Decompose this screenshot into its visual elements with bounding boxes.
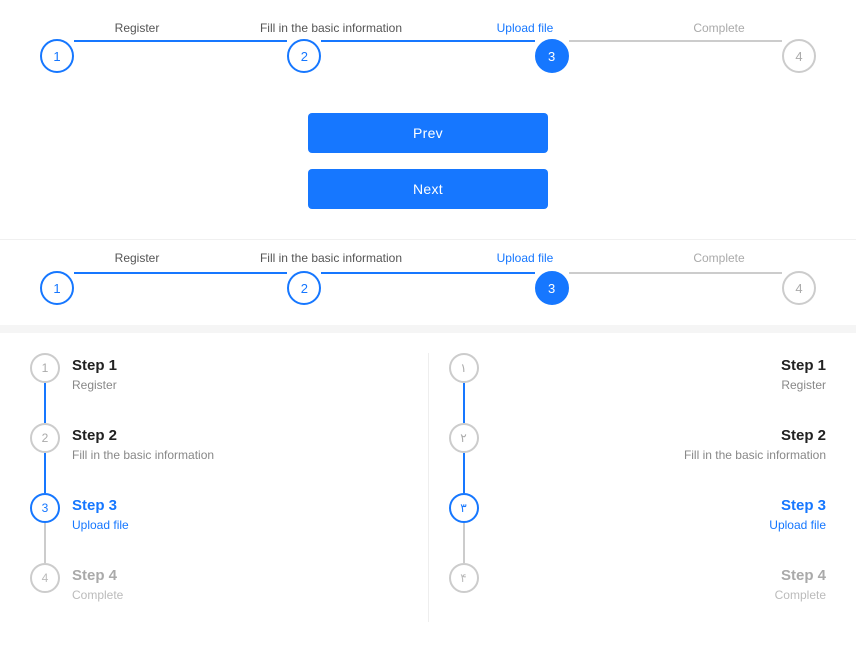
v-step-4-right-indicator: ۴: [449, 563, 479, 593]
step4-label-mid: Complete: [693, 251, 744, 265]
step1-node-mid: 1: [40, 271, 74, 305]
v-content-4-left: Step 4 Complete: [72, 563, 123, 622]
step2-node-mid: 2: [287, 271, 321, 305]
top-stepper-section: Register Fill in the basic information U…: [0, 0, 856, 83]
v-circle-3-left: 3: [30, 493, 60, 523]
v-title-1-right: Step 1: [491, 355, 827, 376]
v-circle-1-left: 1: [30, 353, 60, 383]
v-title-3-right: Step 3: [491, 495, 827, 516]
step1-circle-mid: 1: [40, 271, 74, 305]
v-content-1-right: Step 1 Register: [491, 353, 827, 412]
prev-button[interactable]: Prev: [308, 113, 548, 153]
v-content-2-right: Step 2 Fill in the basic information: [491, 423, 827, 482]
v-step-3-right: Step 3 Upload file ٣: [449, 493, 827, 563]
v-subtitle-2-right: Fill in the basic information: [491, 448, 827, 462]
line-3-4-mid: [569, 272, 782, 274]
v-subtitle-3-right: Upload file: [491, 518, 827, 532]
step3-label-top: Upload file: [497, 21, 554, 35]
v-step-2-left: 2 Step 2 Fill in the basic information: [30, 423, 408, 493]
v-circle-2-left: 2: [30, 423, 60, 453]
v-circle-1-right: ١: [449, 353, 479, 383]
v-line-3-right: [463, 523, 465, 563]
v-subtitle-4-left: Complete: [72, 588, 123, 602]
v-subtitle-1-left: Register: [72, 378, 117, 392]
step1-label-top: Register: [115, 21, 160, 35]
next-button[interactable]: Next: [308, 169, 548, 209]
v-title-2-right: Step 2: [491, 425, 827, 446]
v-circle-2-right: ٢: [449, 423, 479, 453]
mid-stepper-section: Register Fill in the basic information U…: [0, 239, 856, 325]
step3-circle-mid: 3: [535, 271, 569, 305]
v-content-3-left: Step 3 Upload file: [72, 493, 129, 552]
v-content-4-right: Step 4 Complete: [491, 563, 827, 622]
v-circle-3-right: ٣: [449, 493, 479, 523]
v-step-2-right: Step 2 Fill in the basic information ٢: [449, 423, 827, 493]
v-step-2-right-indicator: ٢: [449, 423, 479, 493]
v-line-1-left: [44, 383, 46, 423]
v-title-3-left: Step 3: [72, 495, 129, 516]
v-step-4-left-indicator: 4: [30, 563, 60, 593]
v-title-1-left: Step 1: [72, 355, 117, 376]
v-subtitle-4-right: Complete: [491, 588, 827, 602]
step2-circle-top: 2: [287, 39, 321, 73]
step2-node-top: 2: [287, 39, 321, 73]
step4-label-top: Complete: [693, 21, 744, 35]
step4-node-top: 4: [782, 39, 816, 73]
line-1-2-mid: [74, 272, 287, 274]
line-1-2-top: [74, 40, 287, 42]
step3-circle-top: 3: [535, 39, 569, 73]
line-2-3-mid: [321, 272, 534, 274]
v-subtitle-3-left: Upload file: [72, 518, 129, 532]
step4-circle-mid: 4: [782, 271, 816, 305]
step2-label-top: Fill in the basic information: [260, 21, 402, 35]
v-circle-4-left: 4: [30, 563, 60, 593]
v-title-4-right: Step 4: [491, 565, 827, 586]
v-content-3-right: Step 3 Upload file: [491, 493, 827, 552]
v-line-3-left: [44, 523, 46, 563]
v-subtitle-2-left: Fill in the basic information: [72, 448, 214, 462]
step2-circle-mid: 2: [287, 271, 321, 305]
v-circle-4-right: ۴: [449, 563, 479, 593]
right-vertical-stepper: Step 1 Register ١ Step 2 Fill in the bas…: [428, 353, 856, 622]
v-step-1-left-indicator: 1: [30, 353, 60, 423]
step4-circle-top: 4: [782, 39, 816, 73]
line-2-3-top: [321, 40, 534, 42]
v-step-1-right-indicator: ١: [449, 353, 479, 423]
vertical-steppers-section: 1 Step 1 Register 2 Step 2 Fill in the b…: [0, 325, 856, 642]
v-subtitle-1-right: Register: [491, 378, 827, 392]
v-line-2-left: [44, 453, 46, 493]
step3-node-top: 3: [535, 39, 569, 73]
v-step-1-right: Step 1 Register ١: [449, 353, 827, 423]
buttons-section: Prev Next: [0, 113, 856, 209]
v-title-2-left: Step 2: [72, 425, 214, 446]
v-line-2-right: [463, 453, 465, 493]
v-step-1-left: 1 Step 1 Register: [30, 353, 408, 423]
v-line-1-right: [463, 383, 465, 423]
v-title-4-left: Step 4: [72, 565, 123, 586]
step4-node-mid: 4: [782, 271, 816, 305]
step3-label-mid: Upload file: [497, 251, 554, 265]
step1-circle-top: 1: [40, 39, 74, 73]
step2-label-mid: Fill in the basic information: [260, 251, 402, 265]
step1-node-top: 1: [40, 39, 74, 73]
v-step-2-left-indicator: 2: [30, 423, 60, 493]
v-step-4-right: Step 4 Complete ۴: [449, 563, 827, 622]
line-3-4-top: [569, 40, 782, 42]
v-step-4-left: 4 Step 4 Complete: [30, 563, 408, 622]
v-step-3-right-indicator: ٣: [449, 493, 479, 563]
v-content-1-left: Step 1 Register: [72, 353, 117, 412]
v-content-2-left: Step 2 Fill in the basic information: [72, 423, 214, 482]
v-step-3-left: 3 Step 3 Upload file: [30, 493, 408, 563]
left-vertical-stepper: 1 Step 1 Register 2 Step 2 Fill in the b…: [0, 353, 428, 622]
v-step-3-left-indicator: 3: [30, 493, 60, 563]
step1-label-mid: Register: [115, 251, 160, 265]
step3-node-mid: 3: [535, 271, 569, 305]
